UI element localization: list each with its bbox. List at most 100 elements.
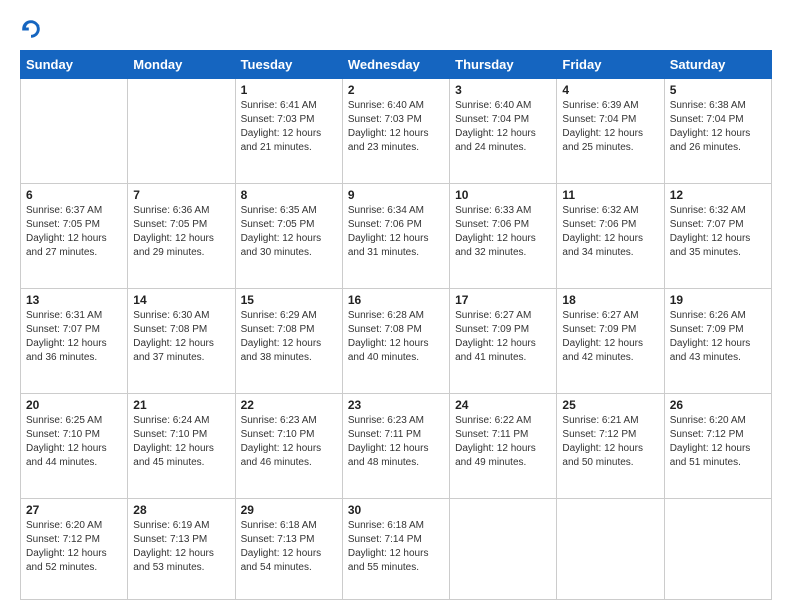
day-number: 21 [133,398,229,412]
day-info: Sunrise: 6:36 AM Sunset: 7:05 PM Dayligh… [133,204,229,260]
day-number: 18 [562,293,658,307]
calendar-cell: 5 Sunrise: 6:38 AM Sunset: 7:04 PM Daylig… [664,79,771,184]
day-number: 28 [133,503,229,517]
day-number: 15 [241,293,337,307]
day-number: 1 [241,83,337,97]
day-info: Sunrise: 6:32 AM Sunset: 7:06 PM Dayligh… [562,204,658,260]
day-number: 9 [348,188,444,202]
calendar-cell: 24 Sunrise: 6:22 AM Sunset: 7:11 PM Dayli… [450,393,557,498]
calendar-cell: 28Sunrise: 6:19 AM Sunset: 7:13 PM Dayli… [128,498,235,599]
day-info: Sunrise: 6:40 AM Sunset: 7:04 PM Dayligh… [455,99,551,155]
day-info: Sunrise: 6:34 AM Sunset: 7:06 PM Dayligh… [348,204,444,260]
day-info: Sunrise: 6:25 AM Sunset: 7:10 PM Dayligh… [26,414,122,470]
calendar-cell: 16 Sunrise: 6:28 AM Sunset: 7:08 PM Dayli… [342,288,449,393]
calendar-cell: 22 Sunrise: 6:23 AM Sunset: 7:10 PM Dayli… [235,393,342,498]
calendar-cell: 13 Sunrise: 6:31 AM Sunset: 7:07 PM Dayli… [21,288,128,393]
day-info: Sunrise: 6:27 AM Sunset: 7:09 PM Dayligh… [562,309,658,365]
day-info: Sunrise: 6:32 AM Sunset: 7:07 PM Dayligh… [670,204,766,260]
day-info: Sunrise: 6:35 AM Sunset: 7:05 PM Dayligh… [241,204,337,260]
calendar-cell [664,498,771,599]
day-info: Sunrise: 6:37 AM Sunset: 7:05 PM Dayligh… [26,204,122,260]
day-info: Sunrise: 6:20 AM Sunset: 7:12 PM Dayligh… [26,519,122,575]
day-number: 25 [562,398,658,412]
day-info: Sunrise: 6:41 AM Sunset: 7:03 PM Dayligh… [241,99,337,155]
calendar-cell: 18 Sunrise: 6:27 AM Sunset: 7:09 PM Dayli… [557,288,664,393]
col-header-monday: Monday [128,51,235,79]
calendar-cell: 20 Sunrise: 6:25 AM Sunset: 7:10 PM Dayli… [21,393,128,498]
day-info: Sunrise: 6:21 AM Sunset: 7:12 PM Dayligh… [562,414,658,470]
day-number: 12 [670,188,766,202]
calendar-table: SundayMondayTuesdayWednesdayThursdayFrid… [20,50,772,600]
day-info: Sunrise: 6:20 AM Sunset: 7:12 PM Dayligh… [670,414,766,470]
calendar-cell: 4 Sunrise: 6:39 AM Sunset: 7:04 PM Daylig… [557,79,664,184]
day-number: 8 [241,188,337,202]
day-number: 17 [455,293,551,307]
calendar-cell: 25 Sunrise: 6:21 AM Sunset: 7:12 PM Dayli… [557,393,664,498]
header [20,18,772,40]
day-number: 19 [670,293,766,307]
col-header-thursday: Thursday [450,51,557,79]
day-info: Sunrise: 6:23 AM Sunset: 7:10 PM Dayligh… [241,414,337,470]
day-info: Sunrise: 6:18 AM Sunset: 7:13 PM Dayligh… [241,519,337,575]
calendar-cell: 11 Sunrise: 6:32 AM Sunset: 7:06 PM Dayli… [557,183,664,288]
calendar-week-row: 6 Sunrise: 6:37 AM Sunset: 7:05 PM Daylig… [21,183,772,288]
calendar-week-row: 1 Sunrise: 6:41 AM Sunset: 7:03 PM Daylig… [21,79,772,184]
day-info: Sunrise: 6:38 AM Sunset: 7:04 PM Dayligh… [670,99,766,155]
calendar-cell: 15 Sunrise: 6:29 AM Sunset: 7:08 PM Dayli… [235,288,342,393]
day-info: Sunrise: 6:26 AM Sunset: 7:09 PM Dayligh… [670,309,766,365]
calendar-cell: 27 Sunrise: 6:20 AM Sunset: 7:12 PM Dayli… [21,498,128,599]
calendar-cell [557,498,664,599]
day-number: 10 [455,188,551,202]
day-number: 6 [26,188,122,202]
day-number: 30 [348,503,444,517]
day-info: Sunrise: 6:30 AM Sunset: 7:08 PM Dayligh… [133,309,229,365]
day-info: Sunrise: 6:27 AM Sunset: 7:09 PM Dayligh… [455,309,551,365]
day-number: 22 [241,398,337,412]
calendar-cell: 19 Sunrise: 6:26 AM Sunset: 7:09 PM Dayli… [664,288,771,393]
day-info: Sunrise: 6:18 AM Sunset: 7:14 PM Dayligh… [348,519,444,575]
page: SundayMondayTuesdayWednesdayThursdayFrid… [0,0,792,612]
calendar-cell [450,498,557,599]
calendar-cell: 23 Sunrise: 6:23 AM Sunset: 7:11 PM Dayli… [342,393,449,498]
day-info: Sunrise: 6:31 AM Sunset: 7:07 PM Dayligh… [26,309,122,365]
calendar-cell: 9 Sunrise: 6:34 AM Sunset: 7:06 PM Daylig… [342,183,449,288]
day-number: 29 [241,503,337,517]
col-header-tuesday: Tuesday [235,51,342,79]
col-header-saturday: Saturday [664,51,771,79]
calendar-week-row: 20 Sunrise: 6:25 AM Sunset: 7:10 PM Dayli… [21,393,772,498]
day-number: 14 [133,293,229,307]
day-number: 20 [26,398,122,412]
day-number: 4 [562,83,658,97]
day-number: 5 [670,83,766,97]
day-number: 16 [348,293,444,307]
calendar-cell: 30 Sunrise: 6:18 AM Sunset: 7:14 PM Dayli… [342,498,449,599]
col-header-wednesday: Wednesday [342,51,449,79]
day-number: 7 [133,188,229,202]
calendar-cell [128,79,235,184]
calendar-cell: 12 Sunrise: 6:32 AM Sunset: 7:07 PM Dayli… [664,183,771,288]
logo-icon [20,18,42,40]
day-info: Sunrise: 6:24 AM Sunset: 7:10 PM Dayligh… [133,414,229,470]
calendar-cell: 14 Sunrise: 6:30 AM Sunset: 7:08 PM Dayli… [128,288,235,393]
day-number: 11 [562,188,658,202]
day-number: 23 [348,398,444,412]
calendar-cell: 10Sunrise: 6:33 AM Sunset: 7:06 PM Dayli… [450,183,557,288]
day-number: 13 [26,293,122,307]
calendar-week-row: 27 Sunrise: 6:20 AM Sunset: 7:12 PM Dayli… [21,498,772,599]
day-number: 26 [670,398,766,412]
calendar-cell: 3Sunrise: 6:40 AM Sunset: 7:04 PM Daylig… [450,79,557,184]
day-info: Sunrise: 6:22 AM Sunset: 7:11 PM Dayligh… [455,414,551,470]
calendar-cell: 2Sunrise: 6:40 AM Sunset: 7:03 PM Daylig… [342,79,449,184]
day-number: 24 [455,398,551,412]
day-number: 27 [26,503,122,517]
calendar-cell: 6 Sunrise: 6:37 AM Sunset: 7:05 PM Daylig… [21,183,128,288]
calendar-week-row: 13 Sunrise: 6:31 AM Sunset: 7:07 PM Dayli… [21,288,772,393]
day-info: Sunrise: 6:23 AM Sunset: 7:11 PM Dayligh… [348,414,444,470]
calendar-header-row: SundayMondayTuesdayWednesdayThursdayFrid… [21,51,772,79]
calendar-cell: 17 Sunrise: 6:27 AM Sunset: 7:09 PM Dayli… [450,288,557,393]
calendar-cell: 8 Sunrise: 6:35 AM Sunset: 7:05 PM Daylig… [235,183,342,288]
day-info: Sunrise: 6:28 AM Sunset: 7:08 PM Dayligh… [348,309,444,365]
calendar-cell: 7 Sunrise: 6:36 AM Sunset: 7:05 PM Daylig… [128,183,235,288]
day-info: Sunrise: 6:29 AM Sunset: 7:08 PM Dayligh… [241,309,337,365]
day-info: Sunrise: 6:39 AM Sunset: 7:04 PM Dayligh… [562,99,658,155]
